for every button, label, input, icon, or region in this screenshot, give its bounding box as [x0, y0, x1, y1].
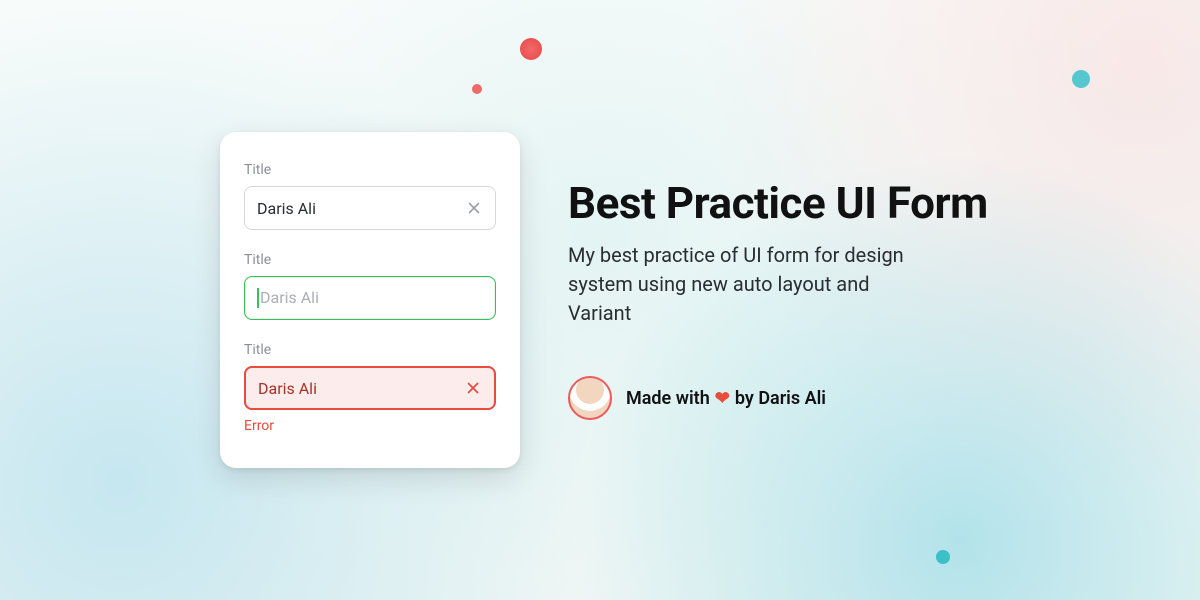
- byline: Made with ❤ by Daris Ali: [568, 376, 988, 420]
- form-card: Title Daris Ali Title Daris Ali Title Da…: [220, 132, 520, 468]
- hero-copy: Best Practice UI Form My best practice o…: [568, 180, 988, 421]
- byline-text: Made with ❤ by Daris Ali: [626, 388, 826, 409]
- field-label: Title: [244, 342, 496, 358]
- form-field-default: Title Daris Ali: [244, 162, 496, 230]
- text-input-default[interactable]: Daris Ali: [244, 186, 496, 230]
- input-value: Daris Ali: [258, 379, 317, 398]
- input-placeholder: Daris Ali: [260, 288, 319, 307]
- field-label: Title: [244, 162, 496, 178]
- error-message: Error: [244, 418, 496, 434]
- headline: Best Practice UI Form: [568, 180, 988, 228]
- clear-icon[interactable]: [465, 199, 483, 217]
- text-input-success[interactable]: Daris Ali: [244, 276, 496, 320]
- form-field-error: Title Daris Ali Error: [244, 342, 496, 434]
- clear-icon[interactable]: [464, 379, 482, 397]
- heart-icon: ❤: [715, 388, 730, 409]
- form-field-success: Title Daris Ali: [244, 252, 496, 320]
- sub-headline: My best practice of UI form for design s…: [568, 241, 928, 328]
- text-input-error[interactable]: Daris Ali: [244, 366, 496, 410]
- byline-suffix: by Daris Ali: [735, 388, 826, 409]
- text-cursor: [257, 288, 259, 308]
- byline-prefix: Made with: [626, 388, 710, 409]
- input-value: Daris Ali: [257, 199, 316, 218]
- avatar: [568, 376, 612, 420]
- field-label: Title: [244, 252, 496, 268]
